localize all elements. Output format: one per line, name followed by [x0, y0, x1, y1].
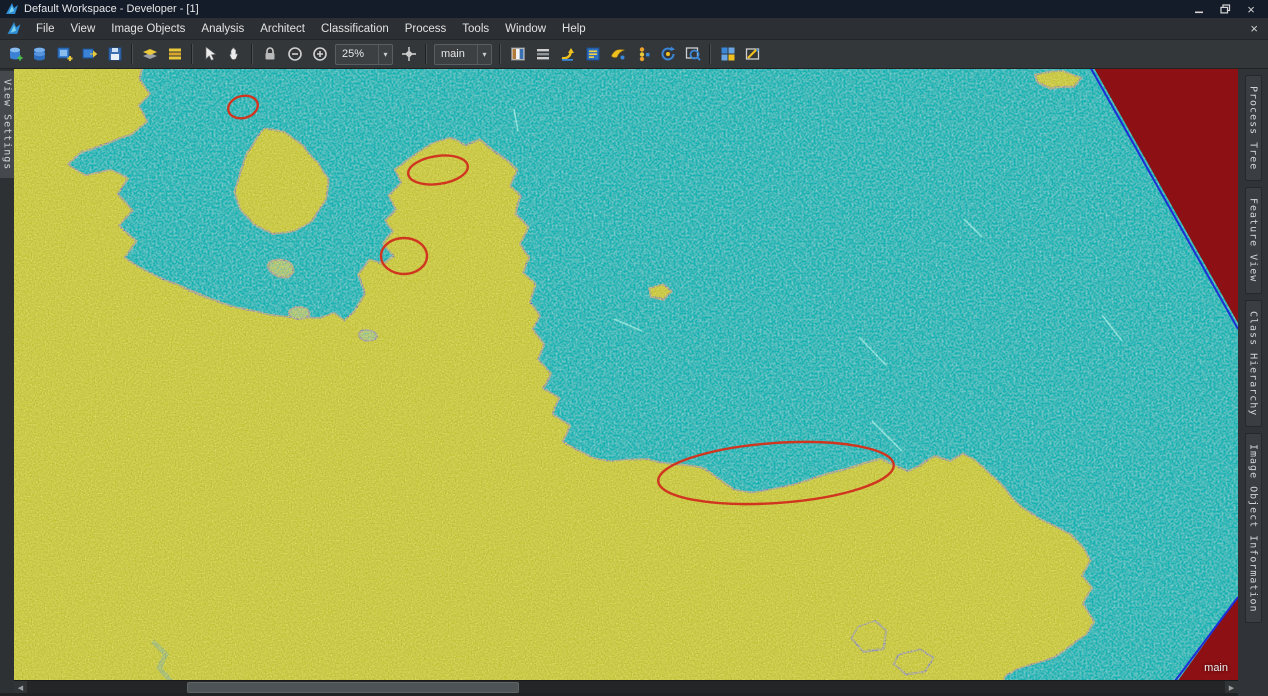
add-scene-icon[interactable]: [52, 42, 77, 66]
horizontal-scrollbar[interactable]: ◀ ▶: [14, 680, 1238, 694]
menu-tools[interactable]: Tools: [454, 21, 497, 37]
document-close-button[interactable]: ×: [1240, 21, 1268, 36]
restore-button[interactable]: [1212, 1, 1238, 17]
image-object-info-icon[interactable]: [580, 42, 605, 66]
scroll-left-icon: ◀: [18, 684, 23, 692]
new-project-icon[interactable]: [2, 42, 27, 66]
import-data-icon[interactable]: [77, 42, 102, 66]
menu-bar: File View Image Objects Analysis Archite…: [0, 18, 1268, 40]
save-project-icon[interactable]: [102, 42, 127, 66]
classified-scene[interactable]: [14, 69, 1238, 680]
chevron-down-icon[interactable]: ▾: [477, 45, 491, 64]
layer-mixing-icon[interactable]: [162, 42, 187, 66]
zoom-select[interactable]: 25% ▾: [335, 44, 393, 65]
magnifier-window-icon[interactable]: [680, 42, 705, 66]
title-bar: Default Workspace - Developer - [1] ×: [0, 0, 1268, 18]
tab-image-object-information-label: Image Object Information: [1248, 444, 1259, 613]
menu-help[interactable]: Help: [554, 21, 594, 37]
compare-view-icon[interactable]: [715, 42, 740, 66]
zoom-out-icon[interactable]: [282, 42, 307, 66]
main-content: View Settings: [0, 69, 1268, 696]
lock-zoom-icon[interactable]: [257, 42, 282, 66]
minimize-icon: [1194, 4, 1204, 14]
pan-hand-icon[interactable]: [222, 42, 247, 66]
lake-region: [357, 331, 375, 343]
menu-architect[interactable]: Architect: [252, 21, 313, 37]
pixel-object-view-icon[interactable]: [555, 42, 580, 66]
tab-process-tree[interactable]: Process Tree: [1245, 75, 1262, 181]
tab-class-hierarchy-label: Class Hierarchy: [1248, 311, 1259, 416]
samples-view-icon[interactable]: [630, 42, 655, 66]
swipe-view-icon[interactable]: [740, 42, 765, 66]
close-button[interactable]: ×: [1238, 1, 1264, 17]
tab-feature-view[interactable]: Feature View: [1245, 187, 1262, 293]
select-cursor-icon[interactable]: [197, 42, 222, 66]
image-viewer[interactable]: main: [14, 69, 1238, 680]
map-select-value: main: [435, 48, 477, 60]
document-logo-icon: [6, 21, 22, 36]
toolbar-separator: [131, 44, 133, 64]
zoom-value: 25%: [336, 48, 378, 60]
open-project-icon[interactable]: [27, 42, 52, 66]
scrollbar-thumb[interactable]: [187, 682, 519, 693]
app-logo-icon: [5, 2, 19, 16]
menu-view[interactable]: View: [63, 21, 104, 37]
left-panel-strip: View Settings: [0, 69, 14, 696]
edit-layer-mixing-icon[interactable]: [137, 42, 162, 66]
toolbar-separator: [709, 44, 711, 64]
toolbar-separator: [191, 44, 193, 64]
menu-classification[interactable]: Classification: [313, 21, 397, 37]
classification-transparency-icon[interactable]: [605, 42, 630, 66]
menu-window[interactable]: Window: [497, 21, 554, 37]
tab-view-settings[interactable]: View Settings: [0, 71, 14, 178]
tab-class-hierarchy[interactable]: Class Hierarchy: [1245, 300, 1262, 427]
chevron-down-icon[interactable]: ▾: [378, 45, 392, 64]
tab-image-object-information[interactable]: Image Object Information: [1245, 433, 1262, 624]
toolbar-separator: [425, 44, 427, 64]
image-view-icon[interactable]: [505, 42, 530, 66]
restore-icon: [1220, 4, 1231, 14]
lake-region: [268, 259, 292, 275]
zoom-in-icon[interactable]: [307, 42, 332, 66]
menu-analysis[interactable]: Analysis: [193, 21, 252, 37]
menu-image-objects[interactable]: Image Objects: [103, 21, 193, 37]
close-icon: ×: [1247, 3, 1255, 16]
window-title: Default Workspace - Developer - [1]: [24, 3, 1186, 15]
tab-view-settings-label: View Settings: [2, 79, 13, 170]
menu-process[interactable]: Process: [397, 21, 455, 37]
toolbar-separator: [499, 44, 501, 64]
lake-region: [290, 305, 310, 319]
minimize-button[interactable]: [1186, 1, 1212, 17]
viewer-map-label: main: [1204, 662, 1228, 674]
menu-file[interactable]: File: [28, 21, 63, 37]
toolbar-separator: [251, 44, 253, 64]
toolbar: 25% ▾ main ▾: [0, 40, 1268, 69]
show-outlines-icon[interactable]: [530, 42, 555, 66]
tab-process-tree-label: Process Tree: [1248, 86, 1259, 170]
scroll-right-icon: ▶: [1229, 684, 1234, 692]
right-panel-strip: Process Tree Feature View Class Hierarch…: [1238, 69, 1268, 696]
map-select[interactable]: main ▾: [434, 44, 492, 65]
feature-view-icon[interactable]: [655, 42, 680, 66]
center-view-icon[interactable]: [396, 42, 421, 66]
tab-feature-view-label: Feature View: [1248, 198, 1259, 282]
